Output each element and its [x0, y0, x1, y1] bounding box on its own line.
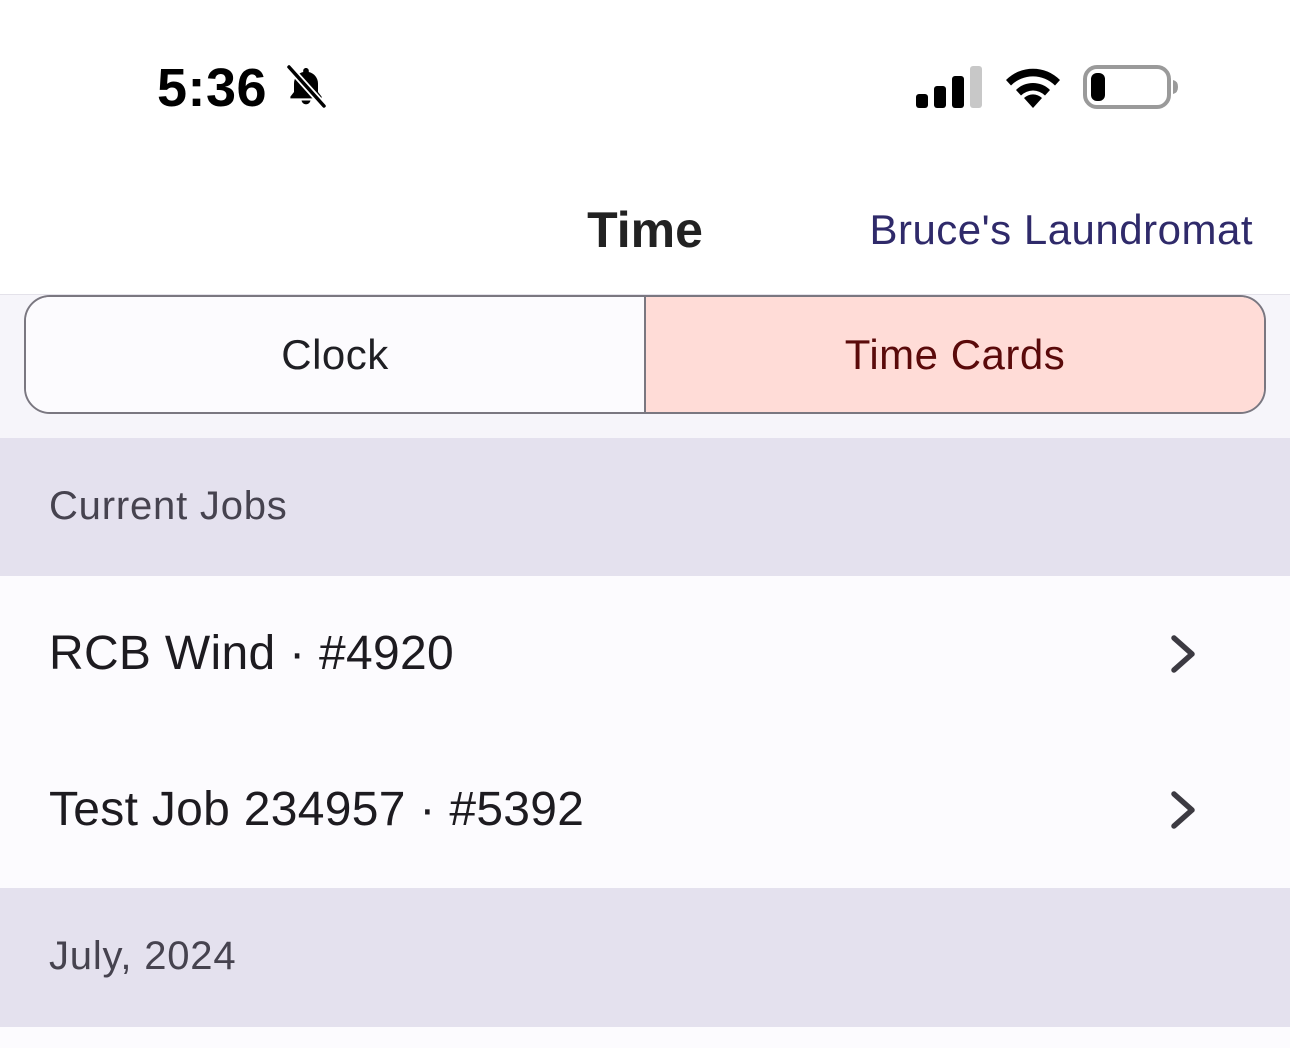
status-bar: 5:36: [0, 0, 1290, 170]
segment-time-cards[interactable]: Time Cards: [646, 297, 1264, 412]
company-link[interactable]: Bruce's Laundromat: [869, 204, 1253, 256]
section-header-label: July, 2024: [49, 934, 237, 978]
section-header-current-jobs: Current Jobs: [0, 438, 1290, 576]
time-screen: 5:36 Time Bruce's Laundromat Clock Time …: [0, 0, 1290, 1048]
wifi-icon: [1006, 68, 1060, 108]
chevron-right-icon: [1171, 791, 1195, 829]
job-row-label: Test Job 234957 · #5392: [49, 783, 585, 836]
bell-slash-icon: [285, 63, 328, 110]
job-row[interactable]: Test Job 234957 · #5392: [0, 732, 1290, 888]
battery-icon: [1083, 65, 1178, 109]
segment-area: Clock Time Cards: [0, 295, 1290, 438]
job-row[interactable]: RCB Wind · #4920: [0, 576, 1290, 732]
cellular-signal-icon: [916, 66, 982, 108]
segmented-control: Clock Time Cards: [24, 295, 1266, 414]
section-header-month: July, 2024: [0, 888, 1290, 1027]
job-row-label: RCB Wind · #4920: [49, 627, 454, 680]
chevron-right-icon: [1171, 635, 1195, 673]
list-continuation: [0, 1027, 1290, 1048]
segment-clock[interactable]: Clock: [26, 297, 646, 412]
nav-bar: Time Bruce's Laundromat: [0, 170, 1290, 295]
status-time: 5:36: [157, 58, 268, 118]
section-header-label: Current Jobs: [49, 484, 288, 528]
